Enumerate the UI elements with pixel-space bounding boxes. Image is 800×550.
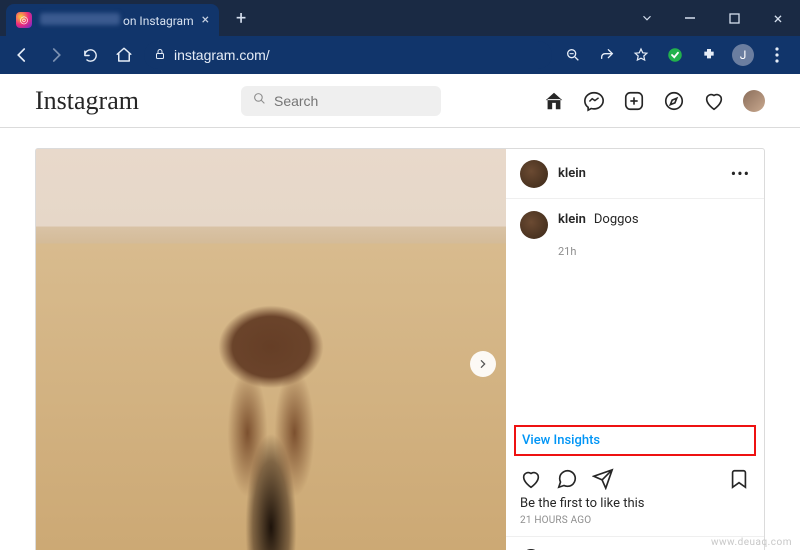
search-bar[interactable] xyxy=(241,86,441,116)
author-username[interactable]: klein xyxy=(558,166,721,181)
carousel-next-button[interactable] xyxy=(470,351,496,377)
window-close-button[interactable]: × xyxy=(756,0,800,36)
search-input[interactable] xyxy=(274,93,429,109)
caption-avatar[interactable] xyxy=(520,211,548,239)
zoom-icon[interactable] xyxy=(558,41,588,69)
activity-heart-icon[interactable] xyxy=(703,90,725,112)
new-tab-button[interactable]: + xyxy=(227,4,255,32)
browser-menu-button[interactable] xyxy=(762,41,792,69)
post-card: klein ••• klein Doggos 21h View Insights xyxy=(35,148,765,550)
favorite-star-icon[interactable] xyxy=(626,41,656,69)
caption-body: Doggos xyxy=(594,212,639,227)
url-input[interactable] xyxy=(174,47,542,63)
comment-button[interactable] xyxy=(556,468,578,490)
main-content: klein ••• klein Doggos 21h View Insights xyxy=(0,128,800,550)
extensions-icon[interactable] xyxy=(694,41,724,69)
search-icon xyxy=(253,92,266,109)
explore-icon[interactable] xyxy=(663,90,685,112)
nav-forward-button[interactable] xyxy=(42,41,70,69)
watermark: www.deuaq.com xyxy=(711,537,792,548)
tab-title-blurred xyxy=(40,13,120,25)
post-timestamp: 21 HOURS AGO xyxy=(506,511,764,536)
user-avatar[interactable] xyxy=(743,90,765,112)
share-button[interactable] xyxy=(592,468,614,490)
instagram-favicon-icon: ◎ xyxy=(16,12,32,28)
caption-username[interactable]: klein xyxy=(558,212,586,227)
like-prompt[interactable]: Be the first to like this xyxy=(506,492,764,511)
profile-avatar-icon: J xyxy=(732,44,754,66)
post-more-button[interactable]: ••• xyxy=(731,164,750,183)
browser-tab[interactable]: ◎ on Instagram × xyxy=(6,4,219,36)
post-actions xyxy=(506,464,764,492)
lock-icon xyxy=(154,48,166,63)
new-post-icon[interactable] xyxy=(623,90,645,112)
caption-time: 21h xyxy=(558,245,750,258)
nav-reload-button[interactable] xyxy=(76,41,104,69)
tab-strip: ◎ on Instagram × + xyxy=(0,0,630,36)
tab-title: on Instagram xyxy=(40,13,194,28)
window-maximize-button[interactable] xyxy=(712,0,756,36)
address-bar[interactable] xyxy=(144,41,552,69)
profile-button[interactable]: J xyxy=(728,41,758,69)
nav-home-button[interactable] xyxy=(110,41,138,69)
nav-back-button[interactable] xyxy=(8,41,36,69)
window-controls: × xyxy=(630,0,800,36)
caption-text: klein Doggos xyxy=(558,211,639,239)
view-insights-link[interactable]: View Insights xyxy=(514,425,756,456)
page-viewport[interactable]: Instagram xyxy=(0,74,800,550)
tab-close-icon[interactable]: × xyxy=(202,12,209,28)
caption-area: klein Doggos 21h xyxy=(506,199,764,425)
messenger-icon[interactable] xyxy=(583,90,605,112)
tabs-dropdown-icon[interactable] xyxy=(630,0,664,36)
post-sidebar: klein ••• klein Doggos 21h View Insights xyxy=(506,149,764,550)
instagram-logo[interactable]: Instagram xyxy=(35,86,139,116)
author-avatar[interactable] xyxy=(520,160,548,188)
post-media[interactable] xyxy=(36,149,506,550)
share-icon[interactable] xyxy=(592,41,622,69)
window-titlebar: ◎ on Instagram × + × xyxy=(0,0,800,36)
window-minimize-button[interactable] xyxy=(668,0,712,36)
like-button[interactable] xyxy=(520,468,542,490)
home-icon[interactable] xyxy=(543,90,565,112)
nav-icons xyxy=(543,90,765,112)
post-photo xyxy=(36,149,506,550)
security-shield-icon[interactable] xyxy=(660,41,690,69)
save-button[interactable] xyxy=(728,468,750,490)
post-header: klein ••• xyxy=(506,149,764,199)
browser-toolbar: J xyxy=(0,36,800,74)
instagram-header: Instagram xyxy=(0,74,800,128)
